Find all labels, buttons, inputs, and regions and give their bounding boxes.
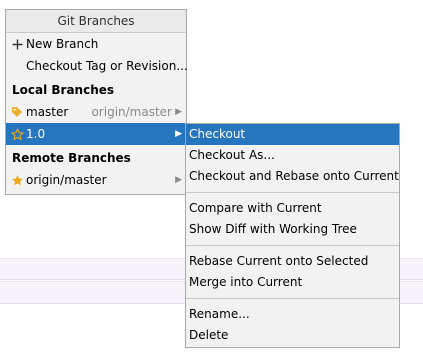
- new-branch-item[interactable]: New Branch: [6, 33, 186, 55]
- tracking-branch: origin/master: [91, 105, 172, 119]
- branch-name: origin/master: [26, 173, 107, 187]
- git-branches-popup: Git Branches New Branch Checkout Tag or …: [5, 9, 188, 195]
- branch-name: master: [26, 105, 69, 119]
- star-outline-icon: [10, 123, 24, 145]
- star-filled-icon: [10, 169, 24, 191]
- tag-icon: [10, 101, 24, 123]
- plus-icon: [10, 33, 24, 55]
- delete-menu-item[interactable]: Delete: [186, 325, 399, 346]
- compare-with-current-menu-item[interactable]: Compare with Current: [186, 198, 399, 219]
- rebase-current-menu-item[interactable]: Rebase Current onto Selected: [186, 251, 399, 272]
- remote-branches-header: Remote Branches: [12, 151, 131, 165]
- rename-menu-item[interactable]: Rename...: [186, 304, 399, 325]
- branch-item-master[interactable]: master origin/master ▶: [6, 101, 186, 123]
- checkout-and-rebase-menu-item[interactable]: Checkout and Rebase onto Current: [186, 166, 399, 187]
- local-branches-header: Local Branches: [12, 83, 115, 97]
- popup-title: Git Branches: [6, 10, 186, 33]
- checkout-menu-item[interactable]: Checkout: [186, 124, 399, 145]
- checkout-tag-label: Checkout Tag or Revision...: [26, 59, 188, 73]
- menu-separator: [186, 245, 399, 246]
- submenu-arrow-icon: ▶: [175, 129, 182, 139]
- merge-into-current-menu-item[interactable]: Merge into Current: [186, 272, 399, 293]
- branch-item-origin-master[interactable]: origin/master ▶: [6, 169, 186, 191]
- menu-separator: [186, 298, 399, 299]
- submenu-arrow-icon: ▶: [175, 175, 182, 185]
- new-branch-label: New Branch: [26, 37, 99, 51]
- submenu-arrow-icon: ▶: [175, 107, 182, 117]
- checkout-tag-or-revision-item[interactable]: Checkout Tag or Revision...: [6, 55, 188, 77]
- show-diff-menu-item[interactable]: Show Diff with Working Tree: [186, 219, 399, 240]
- checkout-as-menu-item[interactable]: Checkout As...: [186, 145, 399, 166]
- branch-actions-submenu: Checkout Checkout As... Checkout and Reb…: [185, 123, 400, 348]
- branch-name: 1.0: [26, 127, 46, 141]
- branch-item-1-0[interactable]: 1.0 ▶: [6, 123, 186, 145]
- menu-separator: [186, 192, 399, 193]
